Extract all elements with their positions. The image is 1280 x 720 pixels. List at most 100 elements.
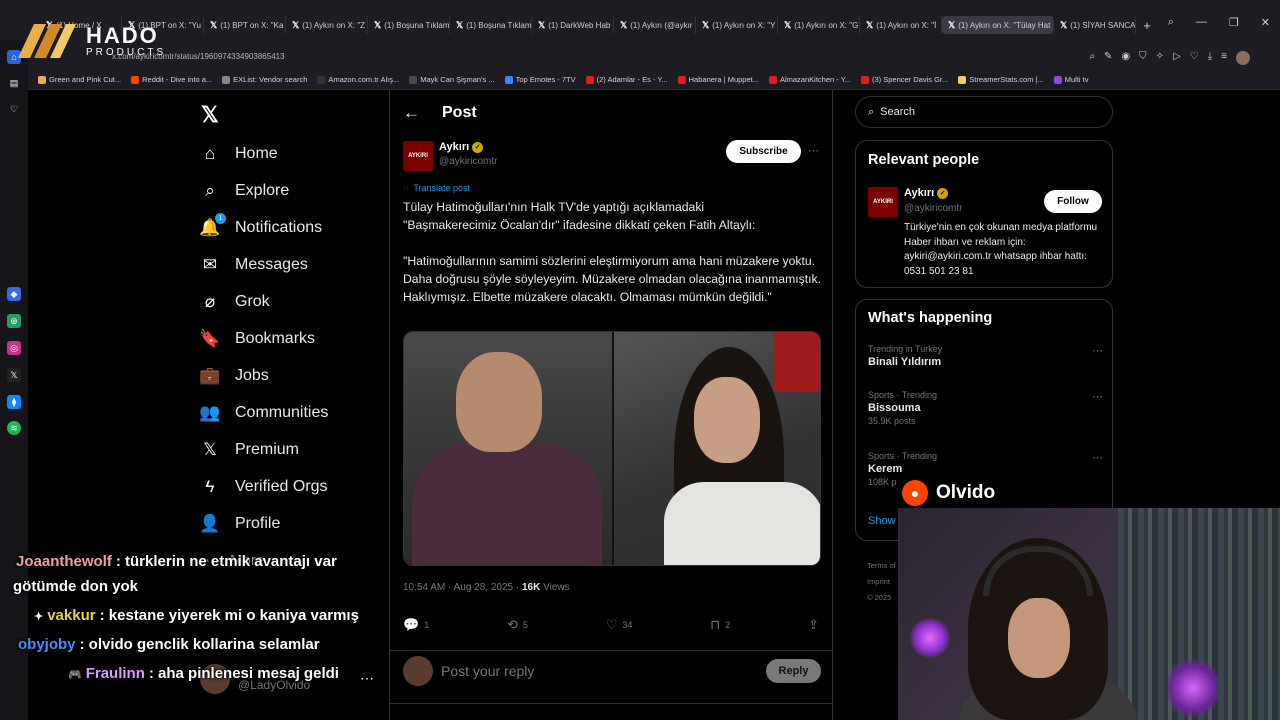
browser-tab[interactable]: 𝕏 (1) Aykırı on X: "Z — [286, 16, 368, 34]
translate-post-link[interactable]: ◌ Translate post — [403, 183, 470, 193]
bookmark-item[interactable]: AlmazanKitchen - Y... — [768, 75, 851, 84]
download-icon[interactable]: ⤓ — [1208, 51, 1212, 65]
trend-item[interactable]: Trending in Turkey Binali Yıldırım ⋯ — [868, 344, 1103, 370]
new-tab-button[interactable]: + — [1136, 16, 1158, 34]
heart-icon[interactable]: ♡ — [1190, 51, 1199, 65]
x-favicon-icon: 𝕏 — [620, 19, 628, 30]
spotify-icon[interactable]: ≋ — [7, 421, 21, 435]
nav-item-jobs[interactable]: 💼 Jobs — [199, 358, 328, 395]
bookmark-favicon-icon — [860, 75, 869, 84]
x-icon[interactable]: 𝕏 — [7, 368, 21, 382]
bookmark-item[interactable]: EXList: Vendor search — [222, 75, 307, 84]
shield-icon[interactable]: ⛉ — [1139, 51, 1147, 65]
browser-tab[interactable]: 𝕏 (1) Aykırı on X: "Y — [696, 16, 778, 34]
author-name-row[interactable]: Aykırı ✓ — [439, 141, 498, 153]
browser-tab[interactable]: 𝕏 (1) Aykırı on X: "G — [778, 16, 860, 34]
browser-tab[interactable]: 𝕏 (1) Aykırı on X: "İ — [860, 16, 942, 34]
reply-button[interactable]: Reply — [766, 659, 821, 683]
post-image[interactable] — [403, 331, 821, 566]
search-tabs-icon[interactable]: ⌕ — [1168, 16, 1174, 29]
bookmark-item[interactable]: Reddit - Dive into a... — [131, 75, 212, 84]
translate-label[interactable]: Translate post — [413, 183, 470, 193]
profile-avatar[interactable] — [1236, 51, 1250, 65]
nav-item-verified-orgs[interactable]: ϟ Verified Orgs — [200, 469, 328, 506]
minimize-icon[interactable]: — — [1196, 16, 1207, 29]
relevant-name-row[interactable]: Aykırı ✓ — [904, 187, 949, 199]
nav-item-bookmarks[interactable]: 🔖 Bookmarks — [199, 320, 328, 357]
subscribe-button[interactable]: Subscribe — [726, 140, 801, 163]
footer-link[interactable]: © 2025 — [867, 590, 896, 606]
browser-tab[interactable]: 𝕏 (1) Boşuna Tıklam — [368, 16, 450, 34]
nav-item-premium[interactable]: 𝕏 Premium — [200, 432, 328, 469]
nav-item-messages[interactable]: ✉ Messages — [200, 246, 328, 283]
camera-icon[interactable]: ◉ — [1121, 51, 1130, 65]
chat-message: obyjoby: olvido genclik kollarina selaml… — [18, 636, 320, 653]
repost-action[interactable]: ⟲ 5 — [507, 617, 528, 633]
back-arrow-icon[interactable]: ← — [403, 103, 420, 123]
author-handle[interactable]: @aykiricomtr — [439, 156, 498, 167]
reply-action[interactable]: 💬 1 — [403, 617, 429, 633]
author-avatar[interactable]: AYKIRI — [403, 141, 433, 171]
reply-input[interactable] — [441, 663, 758, 679]
share-action[interactable]: ⇪ — [808, 617, 819, 633]
x-favicon-icon: 𝕏 — [702, 19, 710, 30]
nav-item-communities[interactable]: 👥 Communities — [199, 395, 328, 432]
trend-more-icon[interactable]: ⋯ — [1092, 390, 1103, 403]
account-more-icon[interactable]: ⋯ — [360, 670, 374, 687]
bookmark-item[interactable]: Multi tv — [1053, 75, 1089, 84]
bookmark-item[interactable]: Mayk Can Şişman's ... — [409, 75, 495, 84]
bookmark-item[interactable]: Top Emotes - 7TV — [504, 75, 576, 84]
show-more-link[interactable]: Show — [868, 515, 896, 527]
search-input[interactable] — [880, 106, 1081, 118]
bookmark-item[interactable]: Green and Pink Cut... — [38, 75, 121, 84]
zoom-icon[interactable]: ⌕ — [1089, 51, 1095, 65]
nav-item-profile[interactable]: 👤 Profile — [199, 506, 328, 543]
app-icon[interactable]: ◆ — [7, 287, 21, 301]
nav-item-grok[interactable]: ⌀ Grok — [200, 283, 328, 320]
menu-icon[interactable]: ≡ — [1221, 51, 1227, 65]
wallet-icon[interactable]: ▤ — [7, 76, 21, 90]
bookmark-item[interactable]: Habanera | Muppet... — [677, 75, 759, 84]
play-icon[interactable]: ▷ — [1173, 51, 1181, 65]
bookmark-item[interactable]: (2) Adamlar - Es - Y... — [585, 75, 668, 84]
browser-tab[interactable]: 𝕏 (1) SİYAH SANCA — [1054, 16, 1136, 34]
relevant-name[interactable]: Aykırı — [904, 187, 934, 199]
footer-link[interactable]: Imprint — [867, 574, 896, 590]
nav-item-explore[interactable]: ⌕ Explore — [200, 172, 328, 209]
maximize-icon[interactable]: ❐ — [1229, 16, 1239, 29]
edit-icon[interactable]: ✎ — [1104, 51, 1112, 65]
browser-tab[interactable]: 𝕏 (1) Aykırı (@aykır — [614, 16, 696, 34]
mail-icon: ✉ — [202, 254, 218, 274]
post-more-icon[interactable]: ⋯ — [808, 144, 819, 157]
trend-more-icon[interactable]: ⋯ — [1092, 344, 1103, 357]
heart-icon[interactable]: ♡ — [7, 102, 21, 116]
browser-tab[interactable]: 𝕏 (1) BPT on X: "Ka — [204, 16, 286, 34]
bookmark-favicon-icon — [504, 75, 513, 84]
close-window-icon[interactable]: ✕ — [1261, 16, 1270, 29]
relevant-avatar[interactable]: AYKIRI — [868, 187, 898, 217]
browser-tab[interactable]: 𝕏 (1) Boşuna Tıklam — [450, 16, 532, 34]
relevant-handle[interactable]: @aykiricomtr — [904, 203, 963, 214]
trend-item[interactable]: Sports · Trending Bissouma 35.9K posts ⋯ — [868, 390, 1103, 426]
search-box[interactable]: ⌕ — [855, 96, 1113, 128]
bookmark-item[interactable]: (3) Spencer Davis Gr... — [860, 75, 948, 84]
follow-button[interactable]: Follow — [1044, 190, 1102, 213]
nav-item-notifications[interactable]: 🔔 1 Notifications — [199, 209, 328, 246]
author-name[interactable]: Aykırı — [439, 141, 469, 153]
x-logo-icon[interactable]: 𝕏 — [201, 102, 219, 128]
instagram-icon[interactable]: ◎ — [7, 341, 21, 355]
browser-tab[interactable]: 𝕏 (1) DarkWeb Hab — [532, 16, 614, 34]
nav-item-home[interactable]: ⌂ Home — [200, 135, 328, 172]
browser-tab[interactable]: 𝕏 (1) Aykırı on X: "Tülay Hat — [942, 16, 1054, 34]
x-favicon-icon: 𝕏 — [538, 19, 546, 30]
like-action[interactable]: ♡ 34 — [606, 617, 633, 633]
footer-link[interactable]: Terms of — [867, 558, 896, 574]
bluesky-icon[interactable]: ⧫ — [7, 395, 21, 409]
extension-icon[interactable]: ✧ — [1156, 51, 1164, 65]
chatgpt-icon[interactable]: ⊛ — [7, 314, 21, 328]
bookmark-item[interactable]: Amazon.com.tr Alış... — [317, 75, 399, 84]
bookmark-item[interactable]: StreamerStats.com |... — [958, 75, 1044, 84]
trend-more-icon[interactable]: ⋯ — [1092, 451, 1103, 464]
bookmark-action[interactable]: ⊓ 2 — [710, 617, 730, 633]
post-author[interactable]: AYKIRI Aykırı ✓ @aykiricomtr — [403, 141, 498, 171]
